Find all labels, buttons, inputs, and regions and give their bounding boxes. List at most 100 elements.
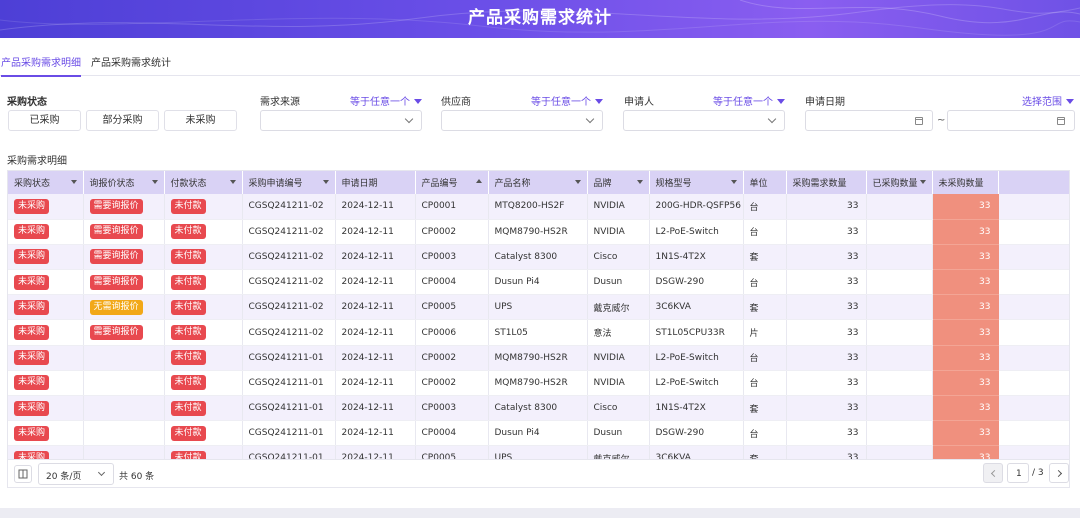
table-cell: 33 <box>932 244 999 271</box>
table-cell: 33 <box>786 294 867 321</box>
table-cell: 2024-12-11 <box>335 370 416 397</box>
table-cell: 2024-12-11 <box>335 445 416 459</box>
table-cell: 需要询报价 <box>83 244 165 271</box>
demand-source-operator[interactable]: 等于任意一个 <box>350 93 422 108</box>
column-header[interactable]: 申请日期 <box>335 171 416 194</box>
table-cell: NVIDIA <box>587 219 650 245</box>
table-cell: 未采购 <box>8 395 84 422</box>
supplier-operator[interactable]: 等于任意一个 <box>531 93 603 108</box>
table-cell: 3C6KVA <box>649 445 744 459</box>
status-badge: 需要询报价 <box>89 274 143 290</box>
applicant-select[interactable] <box>623 110 785 131</box>
status-badge: 需要询报价 <box>89 198 143 214</box>
apply-date-end[interactable] <box>947 110 1075 131</box>
tab-bar: 产品采购需求明细 产品采购需求统计 <box>0 48 1080 77</box>
table-cell: L2-PoE-Switch <box>649 345 744 371</box>
table-cell <box>83 395 165 422</box>
prev-page-button[interactable] <box>983 463 1003 483</box>
status-badge: 未付款 <box>170 400 206 416</box>
status-badge: 需要询报价 <box>89 249 143 265</box>
table-cell <box>866 194 933 220</box>
chevron-down-icon <box>404 114 414 124</box>
table-cell: MTQ8200-HS2F <box>488 194 588 220</box>
table-row[interactable]: 未采购 需要询报价 未付款 CGSQ241211-02 2024-12-11 CP0002… <box>8 219 1069 245</box>
page-header: 产品采购需求统计 <box>0 0 1080 38</box>
column-header[interactable]: 产品编号 <box>415 171 489 194</box>
apply-date-start[interactable] <box>805 110 933 131</box>
tab-detail[interactable]: 产品采购需求明细 <box>1 54 81 77</box>
status-badge: 未采购 <box>14 425 50 441</box>
table-cell: 33 <box>786 194 867 220</box>
column-header[interactable]: 采购需求数量 <box>786 171 867 194</box>
table-row[interactable]: 未采购 未付款 CGSQ241211-01 2024-12-11 CP0002 MQM87… <box>8 370 1069 397</box>
column-header-label: 付款状态 <box>170 179 207 189</box>
table-cell: Dusun Pi4 <box>488 420 588 447</box>
column-settings-button[interactable] <box>14 465 32 483</box>
status-badge: 需要询报价 <box>89 325 143 341</box>
table-row[interactable]: 未采购 未付款 CGSQ241211-01 2024-12-11 CP0002 MQM87… <box>8 345 1069 371</box>
table-cell <box>866 269 933 296</box>
supplier-select[interactable] <box>441 110 603 131</box>
table-row[interactable]: 未采购 未付款 CGSQ241211-01 2024-12-11 CP0005 UPS 戴克… <box>8 445 1069 459</box>
table-cell: CP0002 <box>415 370 489 397</box>
table-cell: 2024-12-11 <box>335 395 416 422</box>
current-page-input[interactable]: 1 <box>1007 463 1029 483</box>
column-header[interactable]: 已采购数量 <box>866 171 933 194</box>
table-row[interactable]: 未采购 未付款 CGSQ241211-01 2024-12-11 CP0003 Catal… <box>8 395 1069 422</box>
table-cell-filler <box>998 194 1069 220</box>
status-badge: 未付款 <box>170 274 206 290</box>
column-header[interactable]: 询报价状态 <box>83 171 165 194</box>
table-cell <box>83 445 165 459</box>
column-header[interactable]: 付款状态 <box>164 171 243 194</box>
column-header[interactable]: 品牌 <box>587 171 650 194</box>
table-cell-filler <box>998 219 1069 245</box>
status-badge: 未采购 <box>14 198 50 214</box>
chevron-down-icon <box>97 468 106 477</box>
table-row[interactable]: 未采购 需要询报价 未付款 CGSQ241211-02 2024-12-11 CP0003… <box>8 244 1069 271</box>
table-row[interactable]: 未采购 需要询报价 未付款 CGSQ241211-02 2024-12-11 CP0006… <box>8 319 1069 346</box>
page-size-select[interactable]: 20 条/页 <box>38 463 114 485</box>
column-header[interactable]: 采购申请编号 <box>242 171 336 194</box>
chevron-right-icon <box>1054 469 1063 478</box>
table-cell: CP0002 <box>415 219 489 245</box>
status-badge: 未付款 <box>170 198 206 214</box>
applicant-operator[interactable]: 等于任意一个 <box>713 93 785 108</box>
column-header[interactable]: 采购状态 <box>8 171 84 194</box>
table-cell: MQM8790-HS2R <box>488 370 588 397</box>
table-cell: 未付款 <box>164 370 243 397</box>
column-header-label: 询报价状态 <box>89 179 135 189</box>
status-badge: 未付款 <box>170 450 206 459</box>
caret-down-icon <box>595 99 603 104</box>
status-unpurchased-button[interactable]: 未采购 <box>164 110 237 131</box>
calendar-icon <box>915 117 923 125</box>
table-cell: 台 <box>743 420 787 447</box>
table-row[interactable]: 未采购 未付款 CGSQ241211-01 2024-12-11 CP0004 Dusun… <box>8 420 1069 447</box>
next-page-button[interactable] <box>1049 463 1069 483</box>
status-badge: 未付款 <box>170 425 206 441</box>
caret-down-icon <box>1066 99 1074 104</box>
table-cell <box>866 370 933 397</box>
tab-statistics[interactable]: 产品采购需求统计 <box>91 54 171 75</box>
apply-date-operator[interactable]: 选择范围 <box>1022 93 1074 108</box>
table-cell: ST1L05CPU33R <box>649 319 744 346</box>
table-cell: 未付款 <box>164 219 243 245</box>
column-header[interactable]: 单位 <box>743 171 787 194</box>
column-header[interactable]: 未采购数量 <box>932 171 999 194</box>
column-header[interactable]: 规格型号 <box>649 171 744 194</box>
table-cell-filler <box>998 445 1069 459</box>
table-cell <box>866 420 933 447</box>
table-row[interactable]: 未采购 需要询报价 未付款 CGSQ241211-02 2024-12-11 CP0001… <box>8 194 1069 220</box>
table-cell: L2-PoE-Switch <box>649 370 744 397</box>
table-cell: 2024-12-11 <box>335 194 416 220</box>
table-cell: NVIDIA <box>587 345 650 371</box>
column-header[interactable]: 产品名称 <box>488 171 588 194</box>
table-cell: CGSQ241211-01 <box>242 445 336 459</box>
column-header-label: 采购申请编号 <box>248 179 303 189</box>
status-purchased-button[interactable]: 已采购 <box>8 110 81 131</box>
table-cell: 33 <box>932 445 999 459</box>
demand-source-select[interactable] <box>260 110 422 131</box>
table-row[interactable]: 未采购 需要询报价 未付款 CGSQ241211-02 2024-12-11 CP0004… <box>8 269 1069 296</box>
sort-caret-icon <box>322 180 329 184</box>
status-partial-button[interactable]: 部分采购 <box>86 110 159 131</box>
table-row[interactable]: 未采购 无需询报价 未付款 CGSQ241211-02 2024-12-11 CP0005… <box>8 294 1069 321</box>
